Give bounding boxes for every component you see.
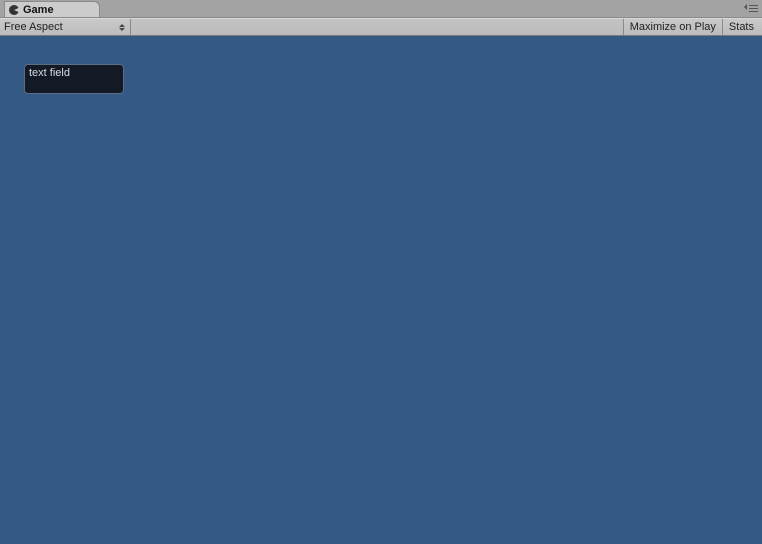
pacman-icon xyxy=(9,5,19,15)
tab-game[interactable]: Game xyxy=(4,1,100,17)
panel-options-icon[interactable] xyxy=(744,4,758,14)
aspect-dropdown[interactable]: Free Aspect xyxy=(0,19,131,35)
text-field[interactable]: text field xyxy=(24,64,124,94)
toolbar-spacer xyxy=(131,19,624,35)
game-window: Game Free Aspect Maximize on Play Stats xyxy=(0,0,762,544)
text-field-value: text field xyxy=(29,67,70,79)
tab-bar: Game xyxy=(0,0,762,18)
game-toolbar: Free Aspect Maximize on Play Stats xyxy=(0,18,762,36)
tab-label: Game xyxy=(23,4,54,16)
aspect-label: Free Aspect xyxy=(4,21,118,33)
stats-label: Stats xyxy=(729,21,754,33)
maximize-on-play-toggle[interactable]: Maximize on Play xyxy=(624,19,723,35)
stats-toggle[interactable]: Stats xyxy=(723,19,762,35)
game-viewport: text field xyxy=(0,36,762,544)
updown-icon xyxy=(118,24,126,31)
maximize-label: Maximize on Play xyxy=(630,21,716,33)
